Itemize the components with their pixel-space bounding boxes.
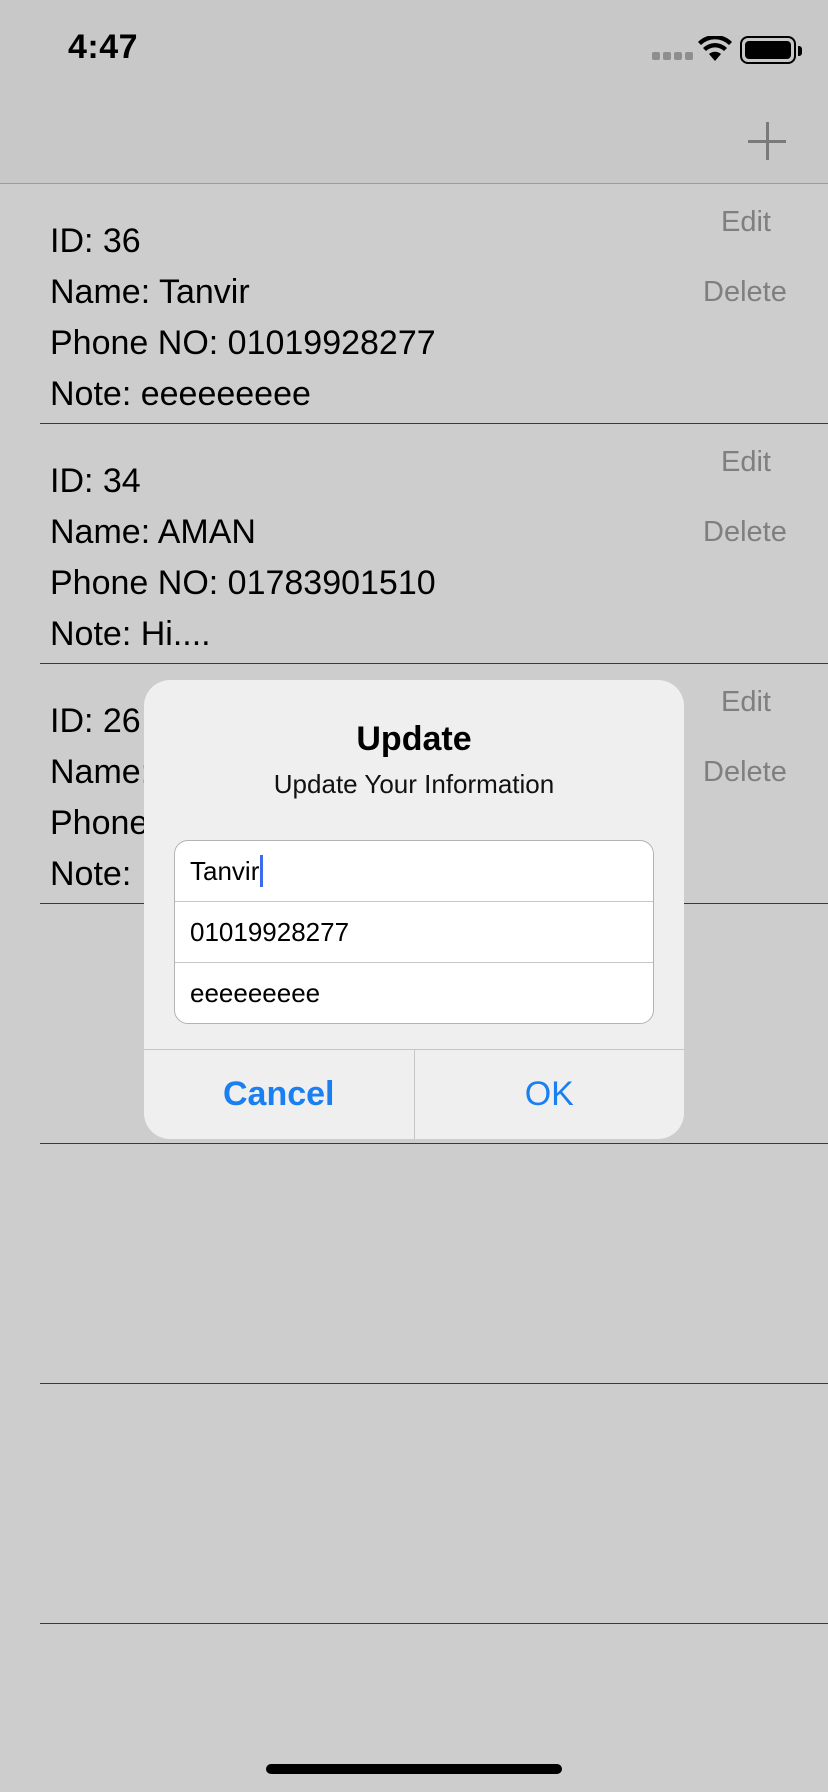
edit-button[interactable]: Edit xyxy=(721,686,771,719)
edit-button[interactable]: Edit xyxy=(721,206,771,239)
delete-button[interactable]: Delete xyxy=(703,756,787,789)
status-time: 4:47 xyxy=(68,28,139,66)
phone-field-value: 01019928277 xyxy=(190,916,350,947)
row-details: ID: 34 Name: AMAN Phone NO: 01783901510 … xyxy=(50,456,436,660)
ok-button[interactable]: OK xyxy=(415,1050,685,1139)
row-id: ID: 34 xyxy=(50,462,141,500)
row-phone: Phone NO: 01783901510 xyxy=(50,564,436,602)
wifi-icon xyxy=(698,36,732,61)
delete-button[interactable]: Delete xyxy=(703,516,787,549)
name-field[interactable]: Tanvir xyxy=(175,841,653,902)
row-name: Name: AMAN xyxy=(50,513,256,551)
status-bar: 4:47 xyxy=(0,0,828,96)
row-name: Name: Tanvir xyxy=(50,273,250,311)
list-item xyxy=(0,1144,828,1384)
alert-buttons: Cancel OK xyxy=(144,1049,684,1139)
list-item: ID: 36 Name: Tanvir Phone NO: 0101992827… xyxy=(0,184,828,424)
alert-title: Update xyxy=(356,720,472,758)
note-field[interactable]: eeeeeeeee xyxy=(175,963,653,1023)
alert-fields: Tanvir 01019928277 eeeeeeeee xyxy=(174,840,654,1024)
add-button[interactable] xyxy=(744,118,792,166)
row-name: Name: xyxy=(50,753,151,791)
alert-message: Update Your Information xyxy=(273,769,555,799)
row-phone: Phone NO: 01019928277 xyxy=(50,324,436,362)
cancel-button[interactable]: Cancel xyxy=(144,1050,415,1139)
row-details: ID: 26 Name: Phone Note: xyxy=(50,696,150,900)
navigation-bar xyxy=(0,96,828,184)
row-details: ID: 36 Name: Tanvir Phone NO: 0101992827… xyxy=(50,216,436,420)
phone-field[interactable]: 01019928277 xyxy=(175,902,653,963)
row-id: ID: 36 xyxy=(50,222,141,260)
cellular-signal-icon xyxy=(652,52,693,60)
note-field-value: eeeeeeeee xyxy=(190,978,321,1008)
list-item: ID: 34 Name: AMAN Phone NO: 01783901510 … xyxy=(0,424,828,664)
name-field-value: Tanvir xyxy=(190,855,260,886)
home-indicator[interactable] xyxy=(266,1764,562,1774)
row-phone: Phone xyxy=(50,804,149,842)
list-item xyxy=(0,1384,828,1624)
update-alert: Update Update Your Information Tanvir 01… xyxy=(144,680,684,1139)
row-id: ID: 26 xyxy=(50,702,141,740)
battery-icon xyxy=(740,36,802,64)
row-note: Note: eeeeeeeee xyxy=(50,375,311,413)
row-note: Note: Hi.... xyxy=(50,615,211,653)
delete-button[interactable]: Delete xyxy=(703,276,787,309)
text-cursor xyxy=(260,855,264,887)
row-note: Note: xyxy=(50,855,132,893)
edit-button[interactable]: Edit xyxy=(721,446,771,479)
